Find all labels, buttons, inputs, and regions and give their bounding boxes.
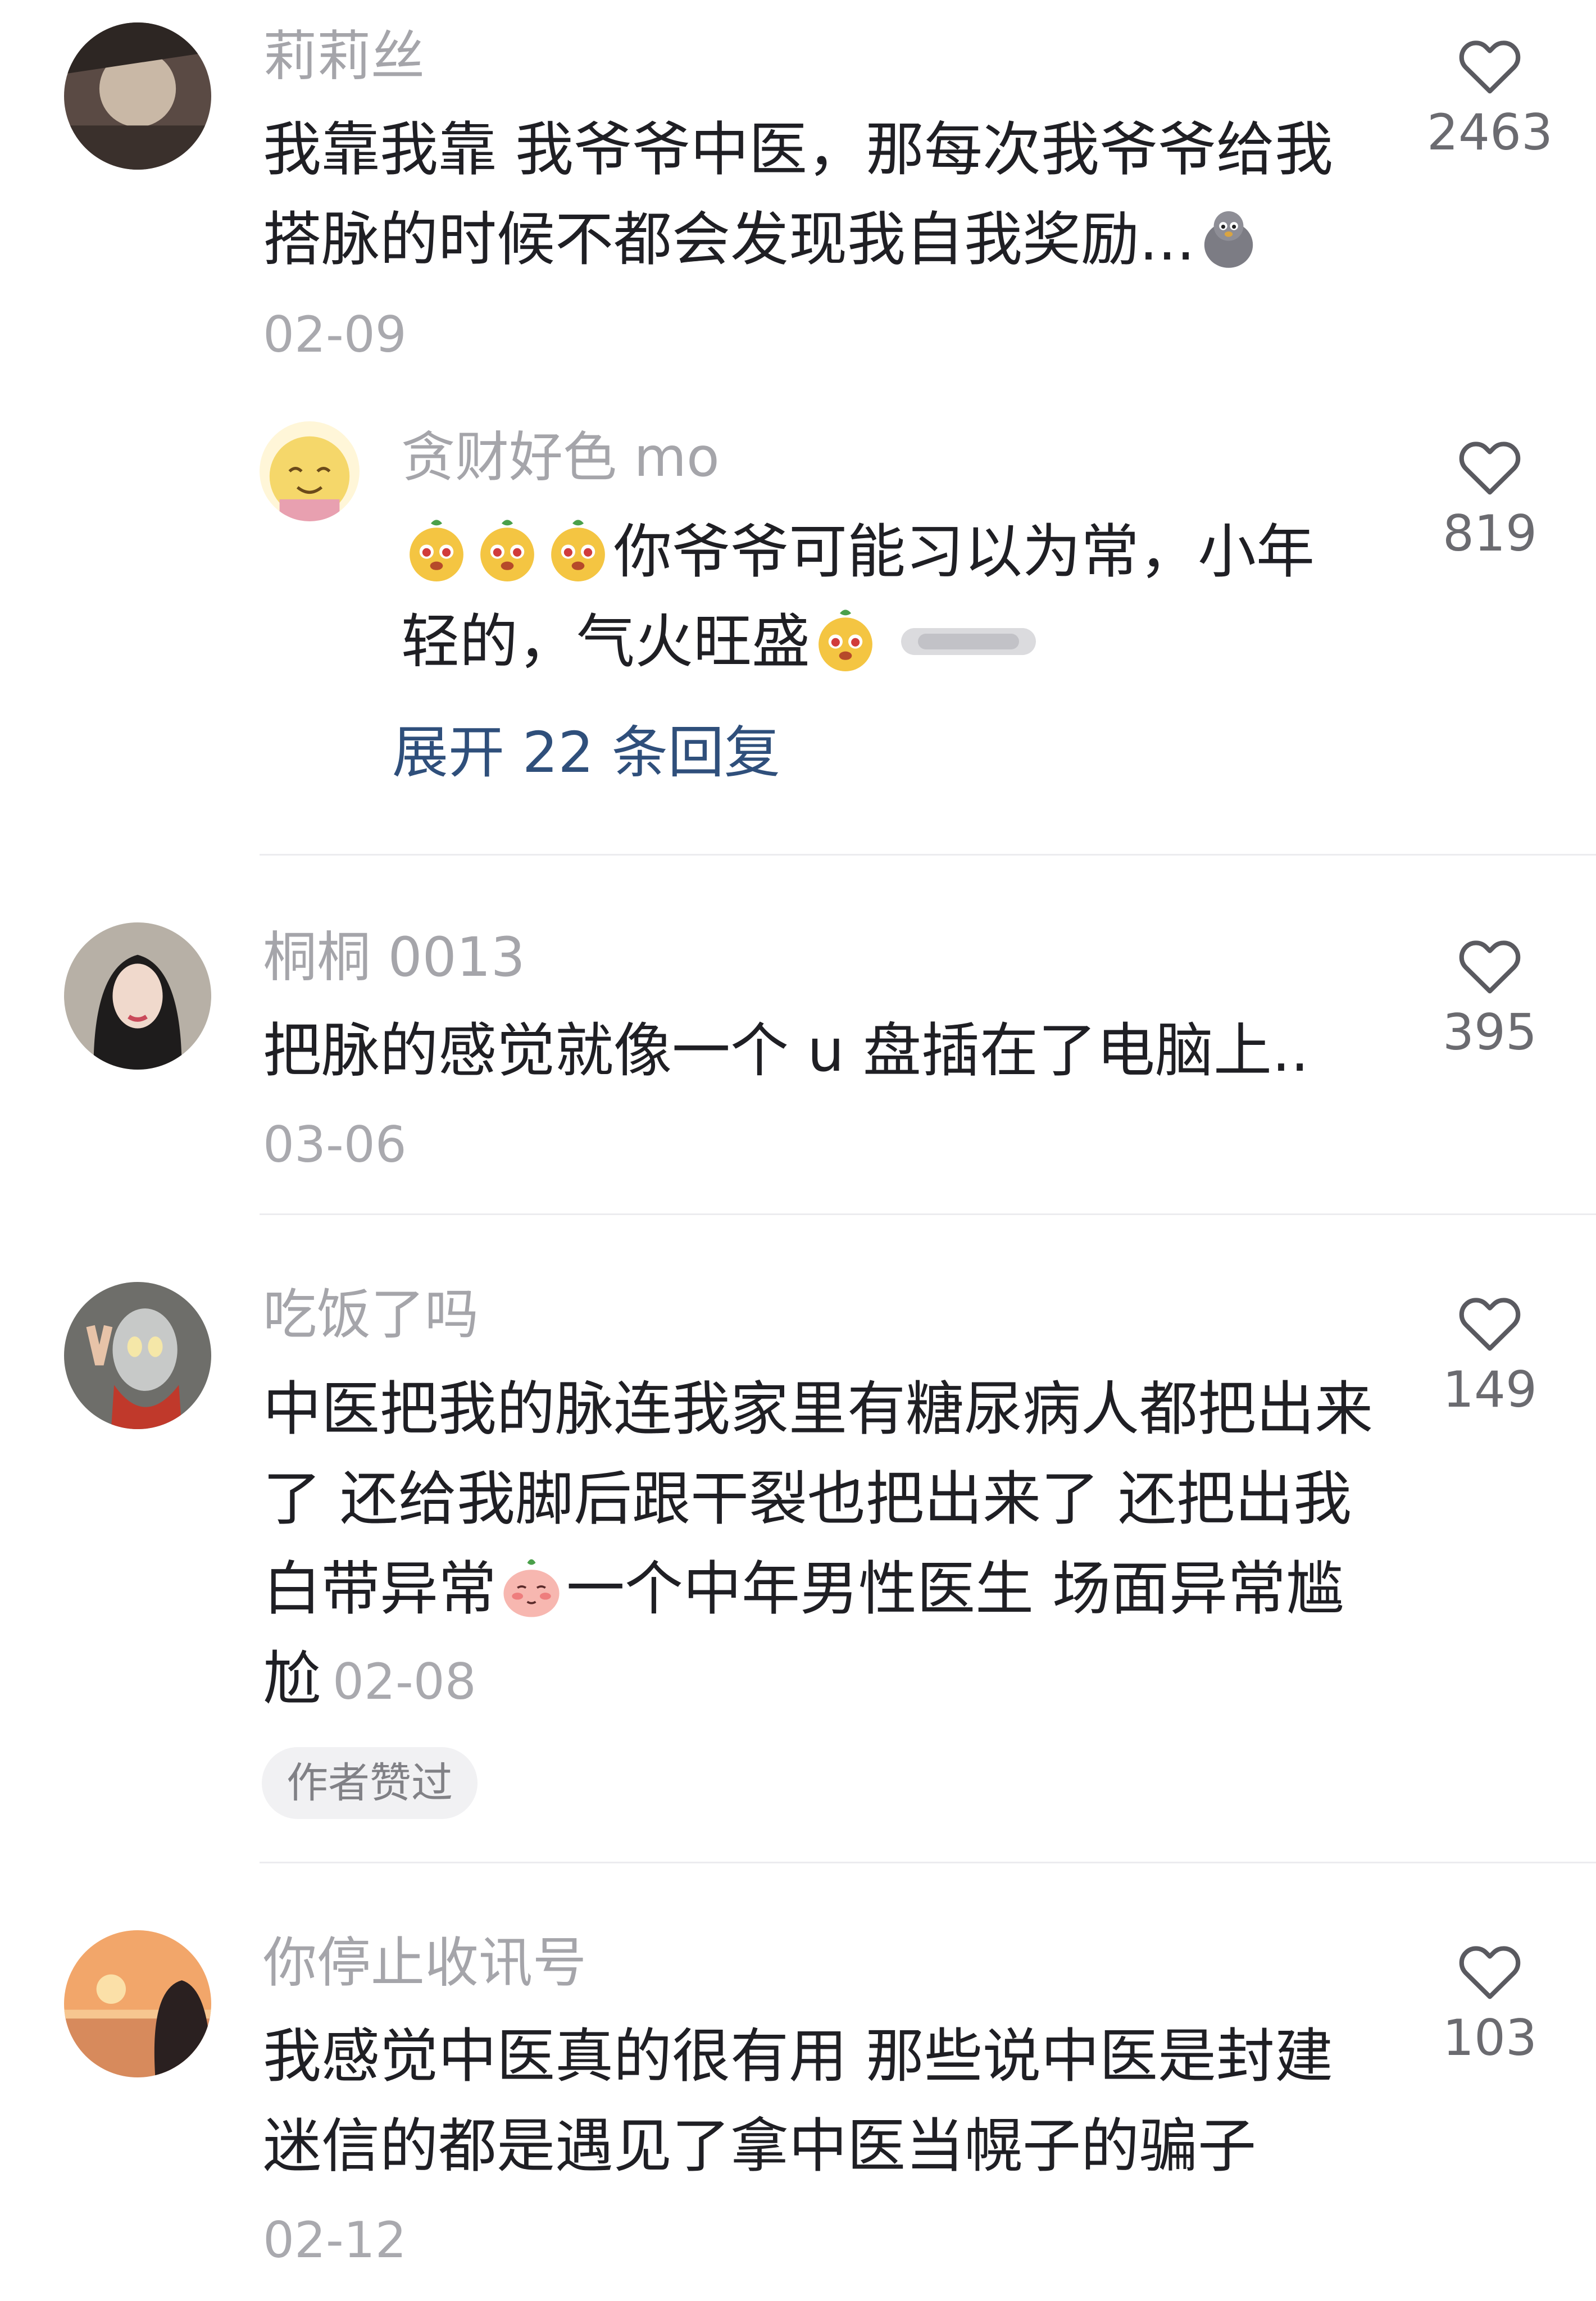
comment-line-text: 白带异常 [263,1554,497,1623]
comment-date: 02-08 [333,1653,476,1711]
comment-line: 迷信的都是遇见了拿中医当幌子的骗子 [263,2112,1257,2180]
blush-emoji-icon [497,1552,566,1621]
heart-outline-icon [1459,940,1521,994]
avatar[interactable] [64,22,211,170]
avatar[interactable] [260,421,360,521]
puppy-emoji-icon [401,513,472,584]
divider [260,854,1596,856]
heart-outline-icon [1459,442,1521,495]
comment-line-text: 一个中年男性医生 场面异常尴 [566,1554,1345,1623]
comment-line-text: 轻的，气火旺盛 [401,607,811,676]
username[interactable]: 你停止收讯号 [263,1936,586,1990]
blurred-date [901,619,1036,664]
avatar[interactable] [64,1930,211,2077]
expand-replies-link[interactable]: 展开 22 条回复 [392,725,780,781]
username[interactable]: 吃饭了吗 [263,1288,479,1342]
comment-line: 尬 02-08 [263,1634,1373,1727]
comment-date: 03-06 [263,1116,407,1174]
comment-text: 我感觉中医真的很有用 那些说中医是封建 迷信的都是遇见了拿中医当幌子的骗子 [263,2011,1333,2191]
username[interactable]: 莉莉丝 [263,29,425,83]
comment-text: 你爷爷可能习以为常，小年 轻的，气火旺盛 [401,507,1315,686]
comment-line: 我感觉中医真的很有用 那些说中医是封建 [263,2022,1334,2090]
heart-outline-icon [1459,40,1521,94]
like-button[interactable]: 149 [1411,1290,1568,1415]
avatar[interactable] [64,1282,211,1429]
like-count: 819 [1443,504,1537,562]
like-button[interactable]: 2463 [1411,33,1568,157]
like-count: 395 [1443,1003,1537,1061]
puppy-emoji-icon [810,603,881,674]
comment-line: 搭脉的时候不都会发现我自我奖励... [263,194,1333,284]
comment-text: 我靠我靠 我爷爷中医，那每次我爷爷给我 搭脉的时候不都会发现我自我奖励... [263,104,1333,284]
comment-text: 中医把我的脉连我家里有糖尿病人都把出来 了 还给我脚后跟干裂也把出来了 还把出我… [263,1364,1373,1727]
comment-line: 把脉的感觉就像一个 u 盘插在了电脑上.. [263,1016,1309,1085]
like-count: 2463 [1427,103,1553,161]
comment-line: 中医把我的脉连我家里有糖尿病人都把出来 [263,1375,1374,1443]
comment-text: 把脉的感觉就像一个 u 盘插在了电脑上.. [263,1006,1309,1095]
like-button[interactable]: 103 [1411,1938,1568,2063]
comment-line: 了 还给我脚后跟干裂也把出来了 还把出我 [263,1465,1352,1533]
like-button[interactable]: 819 [1411,434,1568,558]
comment-date: 02-12 [263,2211,407,2269]
divider [260,1862,1596,1863]
puppy-emoji-icon [543,513,613,584]
comment-date: 02-09 [263,306,407,363]
heart-outline-icon [1459,1298,1521,1351]
author-liked-badge: 作者赞过 [262,1747,478,1819]
pigeon-emoji-icon [1195,204,1262,272]
avatar[interactable] [64,922,211,1070]
username[interactable]: 贪财好色 mo [401,430,720,484]
comment-line-text: 尬 [263,1644,322,1713]
comment-line: 轻的，气火旺盛 [401,597,1315,686]
comment-line-text: 你爷爷可能习以为常，小年 [613,517,1315,586]
username[interactable]: 桐桐 0013 [263,930,525,984]
heart-outline-icon [1459,1946,1521,1999]
divider [260,1213,1596,1215]
comment-line: 我靠我靠 我爷爷中医，那每次我爷爷给我 [263,115,1334,184]
like-button[interactable]: 395 [1411,933,1568,1057]
comment-line: 白带异常 一个中年男性医生 场面异常尴 [263,1544,1373,1634]
like-count: 103 [1443,2009,1537,2067]
puppy-emoji-icon [472,513,543,584]
comment-line-text: 搭脉的时候不都会发现我自我奖励... [263,205,1195,274]
comment-line: 你爷爷可能习以为常，小年 [401,507,1315,597]
like-count: 149 [1443,1361,1537,1418]
